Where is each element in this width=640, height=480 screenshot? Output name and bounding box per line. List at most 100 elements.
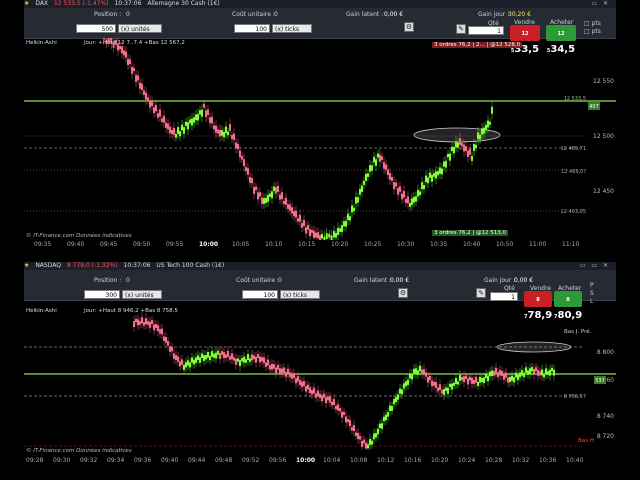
star-icon[interactable]: ★ [24, 0, 29, 7]
orders-flag-top[interactable]: 3 ordres 76,2 | 2... | @12 528,0 [432, 42, 523, 48]
window-controls[interactable]: ▭ ▭ ✕ [580, 262, 610, 270]
candle [381, 156, 383, 160]
daily-range-label: Jour: +Haut 12 7..7,4 +Bas 12 567,2 [84, 40, 185, 46]
candle [507, 377, 509, 383]
candle [347, 419, 349, 423]
candle [351, 427, 353, 431]
candle [465, 146, 467, 151]
daily-range-label: Jour: +Haut 8 946,2 +Bas 8 758,5 [84, 308, 178, 314]
clock-time: 10:37:06 [114, 0, 142, 7]
candle [147, 97, 149, 101]
time-tick: 09:40 [67, 241, 85, 248]
candle [477, 381, 479, 386]
ticks-input[interactable]: 100 [234, 24, 270, 33]
candle [353, 207, 355, 212]
candle [133, 320, 135, 327]
candle [253, 355, 255, 360]
candle [195, 114, 197, 121]
candle [211, 351, 213, 357]
candle [247, 168, 249, 175]
candle [467, 150, 469, 157]
time-tick: 10:24 [458, 457, 476, 464]
candle [265, 197, 267, 203]
candle [305, 386, 307, 392]
tool-icon[interactable]: ✎ [476, 288, 486, 298]
candle [487, 120, 489, 128]
tool-icon[interactable]: ✎ [456, 24, 466, 34]
candle [365, 442, 367, 449]
candle [285, 197, 287, 205]
candle [175, 133, 177, 138]
candle [309, 387, 311, 393]
candle [499, 370, 501, 376]
candle [505, 372, 507, 378]
candle [493, 371, 495, 376]
star-icon[interactable]: ★ [24, 262, 29, 269]
candle [531, 367, 533, 372]
candle [389, 405, 391, 411]
time-tick: 09:52 [242, 457, 260, 464]
quantity-units-input[interactable]: 500 [76, 24, 116, 33]
settings-icon[interactable]: ⚙ [404, 22, 414, 32]
candle [205, 355, 207, 360]
dax-title-bar: ★ DAX 12 533,5 (-1,47%) 10:37:06 Allemag… [24, 0, 616, 8]
candle [225, 126, 227, 134]
candle [387, 169, 389, 176]
candle [297, 218, 299, 222]
candle [357, 197, 359, 203]
position-label: Position : [94, 11, 122, 18]
candle [209, 117, 211, 123]
orders-flag-bottom[interactable]: 3 ordres 76,2 | @12 513,0 [432, 230, 508, 236]
price-tick: 12 550 [593, 78, 614, 85]
candle [255, 186, 257, 191]
candle [375, 159, 377, 166]
candle [473, 144, 475, 151]
candle [485, 373, 487, 379]
candle [157, 325, 159, 332]
candle [137, 319, 139, 326]
units-select[interactable]: (x) unités [122, 290, 162, 299]
qte-input[interactable]: 1 [468, 26, 504, 35]
time-tick: 10:04 [323, 457, 341, 464]
candle [121, 46, 123, 54]
candle [455, 378, 457, 385]
dax-price-chart[interactable]: 12 550 12 500 12 450 12 533,5 12 489,71 12 46… [24, 38, 616, 240]
time-tick: 10:40 [566, 457, 584, 464]
candle [229, 124, 231, 132]
candle [457, 381, 459, 385]
candle [159, 329, 161, 334]
quantity-units-input[interactable]: 300 [84, 290, 120, 299]
window-controls[interactable]: ▭ ✕ [591, 0, 610, 8]
candle [529, 368, 531, 374]
candle [447, 153, 449, 158]
candle [409, 373, 411, 379]
candle [543, 373, 545, 378]
units-select[interactable]: (x) unités [118, 24, 162, 33]
candle [171, 129, 173, 135]
ticks-select[interactable]: (x) ticks [272, 24, 312, 33]
candle [433, 173, 435, 177]
candle [193, 359, 195, 365]
candle [213, 353, 215, 358]
candle [487, 375, 489, 382]
nasdaq-price-chart[interactable]: 8 8008 7608 7408 7208 758,57537 [24, 300, 616, 450]
candle [453, 146, 455, 154]
pts-controls[interactable]: □ pts □ pts [584, 20, 601, 36]
candle [295, 378, 297, 384]
settings-icon[interactable]: ⚙ [398, 288, 408, 298]
candle [279, 368, 281, 374]
price-tick: 8 740 [597, 413, 614, 420]
ticks-select[interactable]: (x) ticks [280, 290, 320, 299]
candle [385, 414, 387, 421]
candle [489, 371, 491, 377]
candle [143, 90, 145, 95]
gain-label: Gain latent : [354, 277, 392, 284]
instrument-name: Allemagne 30 Cash (1€) [147, 0, 220, 7]
position-value: 0 [126, 277, 130, 284]
ticks-input[interactable]: 100 [242, 290, 278, 299]
time-tick: 10:05 [232, 241, 250, 248]
clock-time: 10:37:06 [123, 262, 151, 269]
candle [337, 404, 339, 411]
candle [383, 416, 385, 422]
candle [455, 141, 457, 148]
